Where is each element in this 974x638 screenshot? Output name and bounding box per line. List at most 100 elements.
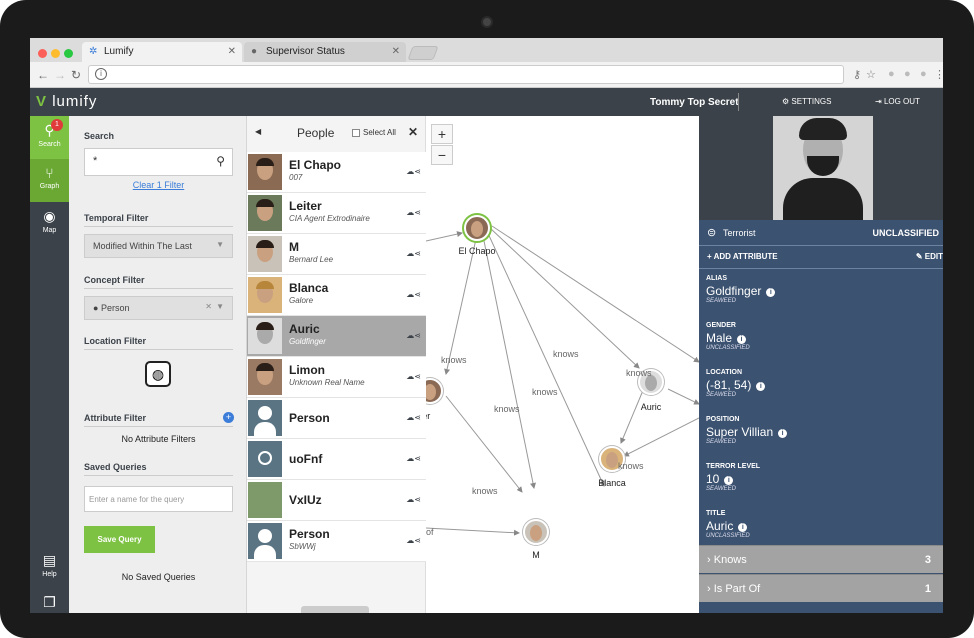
save-query-button[interactable]: Save Query bbox=[84, 526, 155, 553]
close-window-icon[interactable] bbox=[38, 49, 47, 58]
nav-windows[interactable]: ❐ bbox=[30, 588, 69, 613]
info-icon[interactable]: i bbox=[778, 429, 788, 438]
share-icon[interactable]: ☁⋖ bbox=[406, 249, 421, 258]
clear-icon[interactable]: ✕ bbox=[205, 302, 212, 311]
zoom-in-button[interactable]: + bbox=[431, 124, 453, 144]
relation-knows[interactable]: › Knows 3 bbox=[699, 545, 943, 573]
list-item[interactable]: Person SbWWj ☁⋖ bbox=[247, 521, 426, 562]
extension-icon[interactable]: ● bbox=[920, 68, 927, 80]
list-item[interactable]: M Bernard Lee ☁⋖ bbox=[247, 234, 426, 275]
user-name[interactable]: Tommy Top Secret bbox=[650, 97, 739, 108]
item-sub: Unknown Real Name bbox=[289, 378, 365, 387]
info-icon[interactable]: i bbox=[738, 523, 748, 532]
share-icon[interactable]: ☁⋖ bbox=[406, 413, 421, 422]
edge-label: knows bbox=[532, 387, 558, 397]
nav-map[interactable]: ◉ Map bbox=[30, 202, 69, 245]
share-icon[interactable]: ☁⋖ bbox=[406, 495, 421, 504]
property-value[interactable]: 10 bbox=[706, 472, 719, 486]
add-icon[interactable]: + bbox=[223, 412, 234, 423]
share-icon[interactable]: ☁⋖ bbox=[406, 536, 421, 545]
menu-icon[interactable]: ⋮ bbox=[934, 68, 943, 81]
graph-canvas[interactable]: + − El Chapo Leiter Auric Blanca M knows… bbox=[426, 116, 699, 613]
star-icon[interactable]: ☆ bbox=[866, 68, 876, 81]
temporal-filter-value: Modified Within The Last bbox=[93, 241, 192, 251]
property-terror-level: TERROR LEVEL 10 i SEAWEED bbox=[706, 463, 936, 492]
close-tab-icon[interactable]: ✕ bbox=[392, 46, 400, 57]
url-input[interactable]: i bbox=[88, 65, 844, 84]
back-icon[interactable]: ← bbox=[37, 68, 49, 82]
clear-filter-link[interactable]: Clear 1 Filter bbox=[84, 180, 233, 190]
share-icon[interactable]: ☁⋖ bbox=[406, 331, 421, 340]
share-icon[interactable]: ☁⋖ bbox=[406, 454, 421, 463]
select-all-checkbox[interactable] bbox=[352, 129, 360, 137]
temporal-filter-select[interactable]: Modified Within The Last ▼ bbox=[84, 234, 233, 258]
people-panel: ◀ People Select All ✕ El Chapo 007 ☁⋖ Le… bbox=[247, 116, 426, 613]
nav-search[interactable]: ⚲ 1 Search bbox=[30, 116, 69, 159]
property-value[interactable]: Goldfinger bbox=[706, 284, 761, 298]
add-attribute-button[interactable]: + ADD ATTRIBUTE bbox=[707, 252, 778, 261]
detail-footer bbox=[699, 606, 943, 613]
search-icon[interactable]: ⚲ bbox=[216, 154, 225, 168]
info-icon[interactable]: i bbox=[766, 288, 776, 297]
edge bbox=[485, 228, 605, 487]
close-icon[interactable]: ✕ bbox=[408, 125, 418, 139]
nav-label: Graph bbox=[39, 183, 60, 190]
property-value[interactable]: (-81, 54) bbox=[706, 378, 751, 392]
list-item[interactable]: Limon Unknown Real Name ☁⋖ bbox=[247, 357, 426, 398]
share-icon[interactable]: ☁⋖ bbox=[406, 290, 421, 299]
extension-icon[interactable]: ● bbox=[904, 68, 911, 80]
divider bbox=[84, 426, 233, 427]
maximize-window-icon[interactable] bbox=[64, 49, 73, 58]
concept-filter-select[interactable]: ● Person ✕ ▼ bbox=[84, 296, 233, 320]
settings-button[interactable]: ⚙ SETTINGS bbox=[782, 97, 831, 106]
concept-filter-value: Person bbox=[100, 303, 130, 313]
reload-icon[interactable]: ↻ bbox=[71, 68, 81, 82]
no-attribute-filters: No Attribute Filters bbox=[121, 434, 196, 444]
info-icon[interactable]: i bbox=[756, 382, 766, 391]
list-item[interactable]: VxIUz ☁⋖ bbox=[247, 480, 426, 521]
info-icon[interactable]: i bbox=[95, 68, 107, 80]
extension-icon[interactable]: ● bbox=[888, 68, 895, 80]
list-item[interactable]: Leiter CIA Agent Extrodinaire ☁⋖ bbox=[247, 193, 426, 234]
info-icon[interactable]: i bbox=[724, 476, 734, 485]
person-placeholder-icon bbox=[248, 523, 282, 559]
nav-help[interactable]: ▤ Help bbox=[30, 546, 69, 589]
share-icon[interactable]: ☁⋖ bbox=[406, 208, 421, 217]
share-icon[interactable]: ☁⋖ bbox=[406, 167, 421, 176]
list-item[interactable]: Blanca Galore ☁⋖ bbox=[247, 275, 426, 316]
divider bbox=[84, 226, 233, 227]
list-item[interactable]: El Chapo 007 ☁⋖ bbox=[247, 152, 426, 193]
property-value[interactable]: Auric bbox=[706, 519, 733, 533]
close-tab-icon[interactable]: ✕ bbox=[228, 46, 236, 57]
zoom-out-button[interactable]: − bbox=[431, 145, 453, 165]
property-gender: GENDER Male i UNCLASSIFIED bbox=[706, 322, 936, 351]
search-input[interactable]: * ⚲ bbox=[84, 148, 233, 176]
property-value[interactable]: Male bbox=[706, 331, 732, 345]
graph-node[interactable] bbox=[523, 519, 549, 545]
tab-lumify[interactable]: ✲ Lumify ✕ bbox=[82, 42, 242, 62]
edit-button[interactable]: ✎ EDIT bbox=[916, 252, 943, 261]
logout-button[interactable]: ⇥ LOG OUT bbox=[875, 97, 920, 106]
property-value[interactable]: Super Villian bbox=[706, 425, 773, 439]
scroll-handle[interactable] bbox=[301, 606, 369, 613]
collapse-icon[interactable]: ◀ bbox=[255, 127, 261, 136]
concept-type: Terrorist bbox=[723, 228, 756, 238]
globe-icon[interactable]: ◍ bbox=[145, 361, 171, 387]
landscape-thumbnail bbox=[248, 482, 282, 518]
list-item[interactable]: uoFnf ☁⋖ bbox=[247, 439, 426, 480]
list-item[interactable]: Auric Goldfinger ☁⋖ bbox=[247, 316, 426, 357]
property-label: LOCATION bbox=[706, 369, 743, 376]
info-icon[interactable]: i bbox=[737, 335, 747, 344]
query-name-input[interactable]: Enter a name for the query bbox=[84, 486, 233, 512]
nav-graph[interactable]: ⑂ Graph bbox=[30, 159, 69, 202]
share-icon[interactable]: ☁⋖ bbox=[406, 372, 421, 381]
list-item[interactable]: Person ☁⋖ bbox=[247, 398, 426, 439]
new-tab-button[interactable] bbox=[407, 46, 439, 60]
graph-node[interactable] bbox=[464, 215, 490, 241]
item-sub: 007 bbox=[289, 173, 303, 182]
tab-supervisor-status[interactable]: ● Supervisor Status ✕ bbox=[244, 42, 406, 62]
relation-is-part-of[interactable]: › Is Part Of 1 bbox=[699, 574, 943, 602]
key-icon[interactable]: ⚷ bbox=[853, 68, 861, 81]
minimize-window-icon[interactable] bbox=[51, 49, 60, 58]
forward-icon[interactable]: → bbox=[54, 68, 66, 82]
